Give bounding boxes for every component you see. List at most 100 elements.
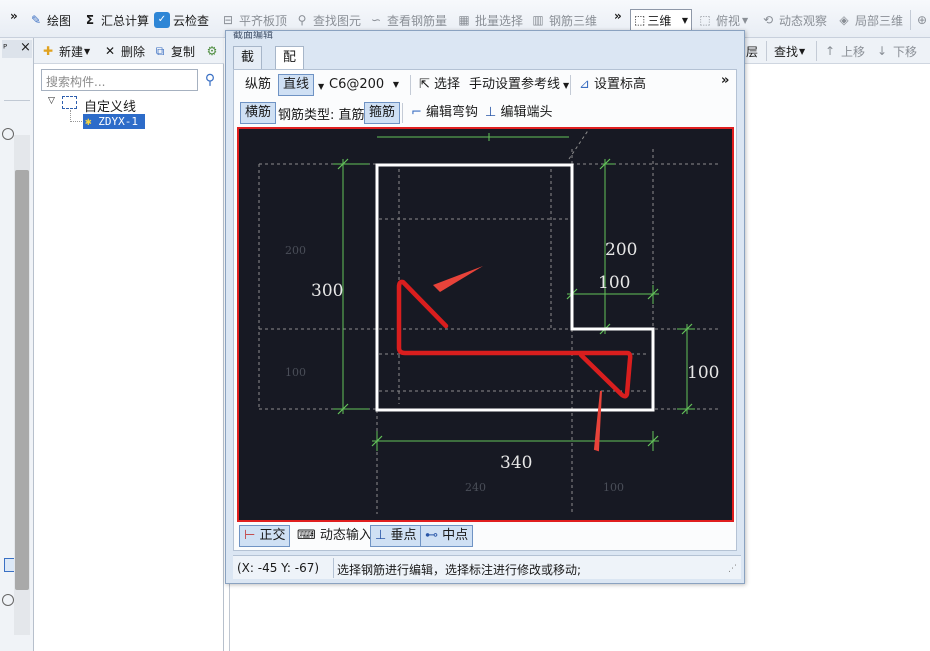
dim-label-step-height[interactable]: 100 — [687, 363, 719, 383]
section-canvas[interactable]: 300 200 100 100 340 200 100 240 100 — [237, 127, 734, 522]
stirrup-label: 箍筋 — [369, 105, 396, 120]
dynamic-input-toggle[interactable]: ⌨ 动态输入 — [292, 525, 377, 547]
rebar-toolbar-2: 横筋 钢筋类型: 直筋 箍筋 ⌐ 编辑弯钩 ⊥ 编辑端头 — [238, 100, 734, 126]
longitudinal-button[interactable]: 纵筋 — [240, 74, 276, 96]
select-button[interactable]: ⇱ 选择 — [414, 74, 465, 96]
view-rebar-button[interactable]: ∽ 查看钢筋量 — [368, 10, 447, 30]
drawing-area-bottom — [231, 584, 930, 651]
new-label: 新建 — [59, 44, 84, 59]
stirrup-button[interactable]: 箍筋 — [364, 102, 401, 124]
chevron-down-icon: ▼ — [681, 15, 688, 25]
ortho-icon: ⊢ — [244, 528, 256, 543]
extra-tool-button[interactable]: ⚙ — [204, 41, 223, 61]
move-up-button[interactable]: ↑ 上移 — [822, 41, 865, 61]
ortho-toggle[interactable]: ⊢ 正交 — [239, 525, 291, 547]
custom-line-icon — [62, 96, 77, 109]
resize-grip-icon[interactable]: ⋰ — [728, 564, 737, 574]
panel-close-button[interactable]: × — [20, 40, 31, 55]
cursor-icon: ⇱ — [419, 77, 430, 92]
delete-label: 删除 — [121, 44, 146, 59]
pin-button[interactable]: ᴾ — [3, 42, 7, 55]
search-button[interactable]: ⚲ — [199, 69, 221, 91]
dialog-status-bar: (X: -45 Y: -67) 选择钢筋进行编辑，选择标注进行修改或移动; ⋰ — [233, 555, 741, 579]
transverse-button[interactable]: 横筋 — [240, 102, 277, 124]
toolbar-separator — [910, 10, 911, 30]
perpendicular-snap-toggle[interactable]: ⊥ 垂点 — [370, 525, 422, 547]
set-elevation-button[interactable]: ⊿ 设置标高 — [574, 74, 651, 96]
rebar-3d-button[interactable]: ▥ 钢筋三维 — [530, 10, 597, 30]
tree-item-selected[interactable]: ✱ ZDYX-1 — [83, 114, 145, 129]
drawing-area[interactable] — [745, 64, 930, 651]
batch-select-button[interactable]: ▦ 批量选择 — [456, 10, 523, 30]
tree-root-item[interactable]: 自定义线 — [84, 96, 136, 115]
find-element-button[interactable]: ⚲ 查找图元 — [294, 10, 361, 30]
tab-section[interactable]: 截面 — [233, 46, 263, 87]
local-3d-button[interactable]: ◈ 局部三维 — [836, 10, 903, 30]
delete-button[interactable]: ✕ 删除 — [102, 41, 145, 61]
chevron-down-icon: ▼ — [563, 81, 570, 90]
cloud-check-button[interactable]: ✓ 云检查 — [154, 10, 209, 30]
rebar-type-label: 钢筋类型: 直筋 — [278, 104, 365, 123]
toolbar-separator — [402, 103, 403, 123]
align-slab-button[interactable]: ⊟ 平齐板顶 — [220, 10, 287, 30]
find-button[interactable]: 查找 ▼ — [774, 41, 805, 61]
dim-label-300[interactable]: 300 — [311, 281, 343, 301]
find-element-icon: ⚲ — [297, 13, 307, 27]
dimension-lines — [333, 133, 695, 451]
rebar-type-value[interactable]: 直筋 — [339, 108, 365, 123]
zoom-button[interactable]: ⊕ — [914, 10, 930, 30]
rebar-polyline[interactable] — [396, 279, 633, 399]
keyboard-icon: ⌨ — [297, 528, 316, 543]
calc-button[interactable]: Σ 汇总计算 — [82, 10, 149, 30]
end-icon: ⊥ — [485, 105, 497, 120]
manual-ref-button[interactable]: 手动设置参考线 ▼ — [464, 74, 574, 96]
edit-hook-button[interactable]: ⌐ 编辑弯钩 — [406, 102, 483, 124]
move-down-button[interactable]: ↓ 下移 — [874, 41, 917, 61]
rebar-spec-select[interactable]: C6@200 ▼ — [324, 74, 404, 96]
line-mode-label: 直线 — [283, 77, 310, 92]
align-slab-icon: ⊟ — [222, 13, 234, 27]
panel-divider — [229, 584, 230, 651]
component-search-input[interactable]: 搜索构件... — [41, 69, 198, 91]
copy-button[interactable]: ⧉ 复制 — [152, 41, 195, 61]
edit-end-button[interactable]: ⊥ 编辑端头 — [480, 102, 557, 124]
layer-button[interactable]: 层 — [746, 41, 758, 61]
tab-rebar[interactable]: 配筋 — [275, 46, 305, 87]
move-up-label: 上移 — [841, 44, 866, 59]
midpoint-snap-toggle[interactable]: ⊷ 中点 — [420, 525, 474, 547]
new-button[interactable]: ✚ 新建 ▼ — [40, 41, 90, 61]
annotation-arrow-upper — [433, 266, 483, 292]
copy-label: 复制 — [171, 44, 196, 59]
chevron-down-icon: ▼ — [84, 46, 91, 56]
top-view-button[interactable]: ⬚ 俯视 ▼ — [697, 10, 748, 30]
toolbar-separator — [816, 41, 817, 61]
sigma-icon: Σ — [85, 13, 95, 27]
radio-icon-2[interactable] — [2, 594, 14, 606]
rebar-toolbar-overflow[interactable]: » — [716, 70, 734, 92]
faint-label: 100 — [603, 481, 624, 494]
dim-label-step-width[interactable]: 100 — [598, 273, 630, 293]
local-3d-label: 局部三维 — [855, 13, 904, 28]
gear-icon: ⚙ — [206, 44, 218, 58]
rebar-spec-value: C6@200 — [329, 77, 385, 92]
section-drawing[interactable]: 300 200 100 100 340 200 100 240 100 — [239, 129, 732, 520]
snap-toolbar: ⊢ 正交 ⌨ 动态输入 ⊥ 垂点 ⊷ 中点 — [238, 524, 734, 548]
tree-expand-toggle[interactable]: ▽ — [46, 96, 57, 107]
radio-icon[interactable] — [2, 128, 14, 140]
toolbar-overflow-button-2[interactable]: » — [614, 6, 622, 26]
rebar-type-text: 钢筋类型: — [278, 108, 335, 123]
view-3d-dropdown[interactable]: ⬚ 三维 ▼ — [630, 9, 692, 31]
cube-icon: ⬚ — [634, 13, 646, 27]
draw-button[interactable]: ✎ 绘图 — [28, 10, 71, 30]
top-view-icon: ⬚ — [699, 13, 711, 27]
dynamic-view-button[interactable]: ⟲ 动态观察 — [760, 10, 827, 30]
search-icon: ⚲ — [204, 72, 216, 88]
overflow2-label: » — [614, 9, 622, 23]
chevron-down-icon: ▼ — [742, 15, 749, 25]
cloud-check-label: 云检查 — [173, 13, 210, 28]
dim-label-340[interactable]: 340 — [500, 453, 532, 473]
toolbar-overflow-button[interactable]: » — [10, 6, 18, 26]
line-mode-button[interactable]: 直线 — [278, 74, 315, 96]
left-scrollbar-thumb[interactable] — [15, 170, 29, 590]
dim-label-200[interactable]: 200 — [605, 240, 637, 260]
